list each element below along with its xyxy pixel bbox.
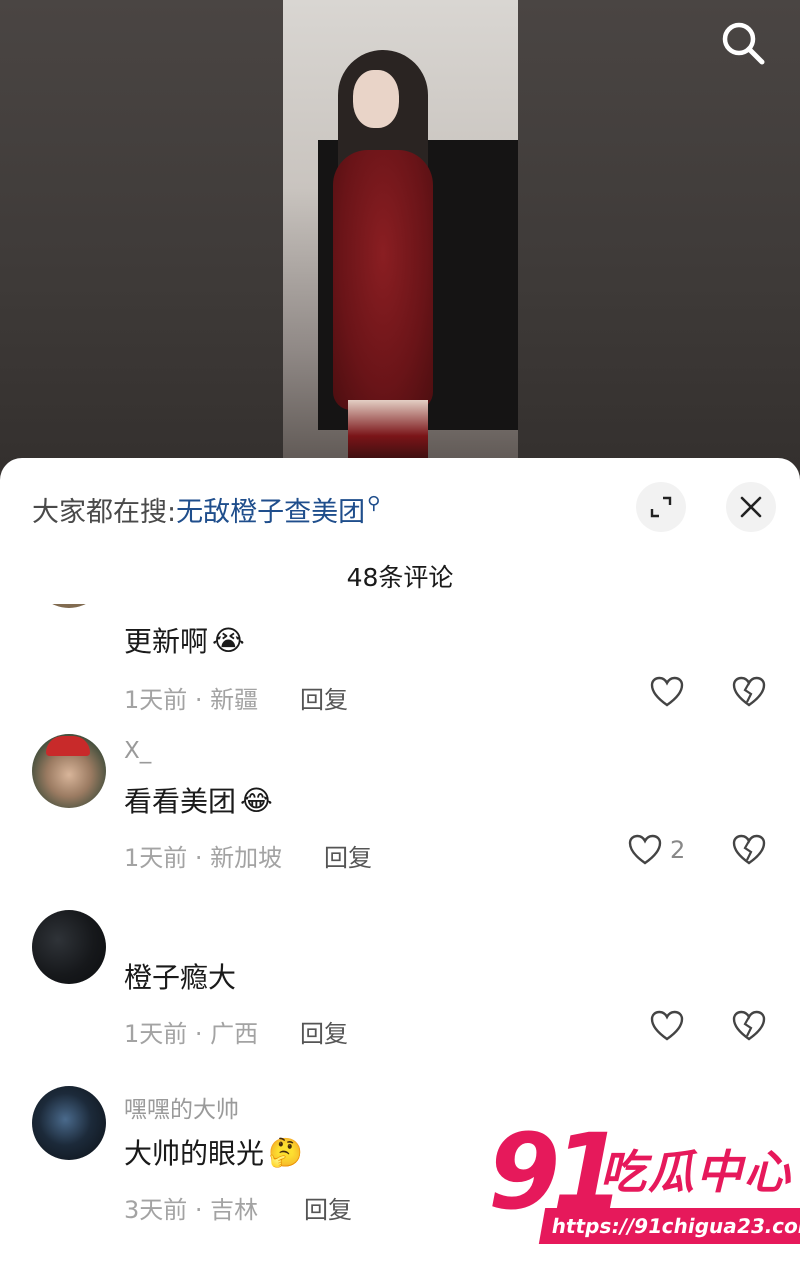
reply-button[interactable]: 回复 [300, 680, 348, 715]
close-button[interactable] [726, 482, 776, 532]
avatar[interactable] [32, 1086, 106, 1160]
dislike-button[interactable] [732, 1010, 766, 1046]
reply-button[interactable]: 回复 [324, 838, 372, 873]
heart-icon [650, 1010, 684, 1041]
like-button[interactable] [650, 676, 684, 708]
broken-heart-icon [732, 1010, 766, 1041]
comment-text: 更新啊 😭 [124, 623, 245, 659]
expand-icon [650, 496, 672, 518]
red-dress [333, 150, 433, 410]
comment-count: 48条评论 [346, 563, 454, 592]
emoji: 😭 [212, 623, 245, 657]
heart-icon [650, 676, 684, 707]
comment-meta: 1天前 · 新疆 [124, 686, 259, 714]
video-player[interactable] [0, 0, 800, 470]
watermark-url: https://91chigua23.com [538, 1208, 800, 1244]
comment-text: 大帅的眼光 🤔 [124, 1135, 303, 1171]
expand-button[interactable] [636, 482, 686, 532]
search-icon [722, 22, 765, 65]
broken-heart-icon [732, 834, 766, 865]
heart-icon [628, 834, 662, 865]
comment-item: 更新啊 😭 1天前 · 新疆 回复 [0, 604, 800, 714]
hot-search-term[interactable]: 无敌橙子查美团 [176, 497, 365, 528]
dislike-button[interactable] [732, 834, 766, 870]
watermark-brand: 吃瓜中心 [600, 1145, 792, 1199]
video-frame [283, 0, 518, 470]
username[interactable]: 嘿嘿的大帅 [124, 1090, 239, 1124]
search-button[interactable] [718, 18, 768, 68]
search-small-icon: ⚲ [367, 493, 381, 514]
reply-button[interactable]: 回复 [304, 1190, 352, 1225]
comment-meta: 1天前 · 广西 [124, 1020, 259, 1048]
hot-search-prefix: 大家都在搜: [32, 497, 177, 528]
broken-heart-icon [732, 676, 766, 707]
avatar[interactable] [32, 910, 106, 984]
avatar[interactable] [32, 734, 106, 808]
comment-text: 橙子瘾大 [124, 961, 237, 994]
comment-meta: 1天前 · 新加坡 [124, 844, 283, 872]
like-button[interactable]: 2 [628, 834, 685, 866]
like-count: 2 [670, 836, 686, 864]
comment-item: X_ 看看美团 😂 1天前 · 新加坡 回复 2 [0, 734, 800, 904]
avatar[interactable] [32, 604, 106, 608]
emoji: 🤔 [268, 1135, 303, 1169]
watermark-logo: 91 吃瓜中心 https://91chigua23.com [488, 1120, 800, 1248]
comment-item: 橙子瘾大 1天前 · 广西 回复 [0, 910, 800, 1080]
reply-button[interactable]: 回复 [300, 1014, 348, 1049]
comment-meta: 3天前 · 吉林 [124, 1196, 259, 1224]
comment-text: 看看美团 😂 [124, 783, 273, 819]
like-button[interactable] [650, 1010, 684, 1042]
dislike-button[interactable] [732, 676, 766, 712]
close-icon [740, 496, 762, 518]
emoji: 😂 [240, 783, 273, 817]
username[interactable]: X_ [124, 738, 151, 764]
hot-search[interactable]: 大家都在搜:无敌橙子查美团 ⚲ [32, 490, 380, 529]
